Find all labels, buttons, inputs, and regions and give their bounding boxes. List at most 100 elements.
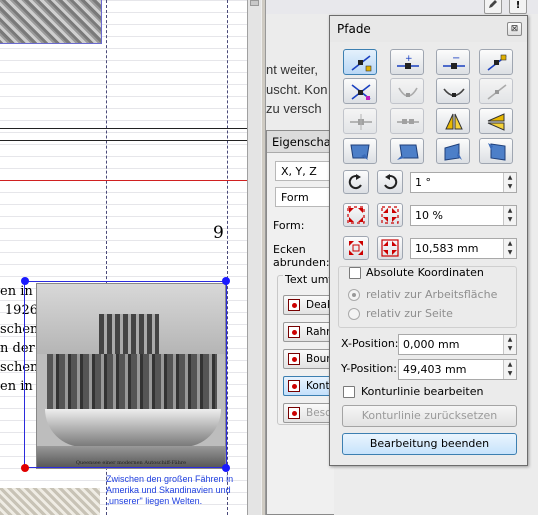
textflow-disabled-button[interactable]: Deaktiviert [283,295,334,315]
properties-panel-title[interactable]: Eigenschaften [267,131,334,153]
svg-text:+: + [405,54,413,64]
rotation-angle-value: 1 ° [415,176,431,189]
relative-page-radio[interactable] [348,308,360,320]
enlarge-percent-button[interactable] [343,203,369,227]
textflow-frame-button[interactable]: Rahmenhöhe [283,322,334,342]
shape-label: Form: [273,219,305,232]
spin-down-icon[interactable]: ▼ [504,248,516,257]
rotate-clockwise-button[interactable] [377,170,403,194]
spinner-arrows[interactable]: ▲ ▼ [503,173,516,192]
image-frame-selection[interactable] [24,281,227,468]
reset-control-points-tool[interactable] [343,78,377,104]
top-toolbar: ! [266,0,538,14]
y-position-label: Y-Position: [341,362,397,375]
open-path-tool[interactable] [479,78,513,104]
textflow-legend: Text umfließt [283,273,334,286]
spin-up-icon[interactable]: ▲ [504,335,516,344]
scale-percent-input[interactable]: 10 % ▲ ▼ [410,205,517,226]
top-photo[interactable] [0,0,102,44]
add-node-tool[interactable]: + [390,49,424,75]
relative-page-label: relativ zur Seite [366,307,453,320]
spin-up-icon[interactable]: ▲ [504,173,516,182]
baseline-rule [0,128,247,129]
mirror-horizontal-tool[interactable] [436,108,470,134]
tab-shape[interactable]: Form [275,187,334,207]
paths-panel-title[interactable]: Pfade [330,16,527,42]
enlarge-size-button[interactable] [343,236,369,260]
symmetric-node-tool[interactable] [390,78,424,104]
mirror-vertical-tool[interactable] [479,108,513,134]
frame-handle[interactable] [222,277,230,285]
move-control-points-tool[interactable] [479,49,513,75]
close-path-tool[interactable] [390,108,424,134]
absolute-coordinates-label: Absolute Koordinaten [366,266,484,279]
textflow-contour-icon [288,380,300,392]
relative-workspace-label: relativ zur Arbeitsfläche [366,288,498,301]
margin-guide [227,0,228,515]
edit-contour-label: Konturlinie bearbeiten [361,385,484,398]
corners-label: Ecken abrunden: [273,243,330,269]
delete-node-tool[interactable]: − [436,49,470,75]
info-icon[interactable]: ! [509,0,527,14]
properties-panel: Eigenschaften X, Y, Z Form Form: Ecken a… [266,130,334,515]
reset-contour-button[interactable]: Konturlinie zurücksetzen [342,405,517,427]
spinner-arrows[interactable]: ▲ ▼ [503,206,516,225]
asymmetric-node-tool[interactable] [436,78,470,104]
shear-right-tool[interactable] [390,138,424,164]
relative-workspace-radio[interactable] [348,289,360,301]
spinner-arrows[interactable]: ▲ ▼ [503,335,516,354]
spin-down-icon[interactable]: ▼ [504,182,516,191]
scale-percent-value: 10 % [415,209,443,222]
x-position-input[interactable]: 0,000 mm ▲ ▼ [398,334,517,355]
paths-panel: Pfade ⊠ + − 1 ° ▲ ▼ 10 % ▲ ▼ 10,583 mm ▲… [329,15,528,466]
frame-handle[interactable] [222,464,230,472]
spin-down-icon[interactable]: ▼ [504,369,516,378]
split-path-tool[interactable] [343,108,377,134]
close-icon[interactable]: ⊠ [507,22,522,36]
textflow-boundingbox-button[interactable]: Boundingbox [283,349,334,369]
shear-down-tool[interactable] [479,138,513,164]
spinner-arrows[interactable]: ▲ ▼ [503,360,516,379]
y-position-value: 49,403 mm [403,363,467,376]
shrink-size-button[interactable] [377,236,403,260]
frame-handle-first-node[interactable] [21,464,29,472]
scale-size-input[interactable]: 10,583 mm ▲ ▼ [410,238,517,259]
rotate-counterclockwise-button[interactable] [343,170,369,194]
y-position-input[interactable]: 49,403 mm ▲ ▼ [398,359,517,380]
pencil-icon[interactable] [484,0,502,14]
image-caption[interactable]: Zwischen den großen Fähren in Amerika un… [106,474,246,507]
x-position-value: 0,000 mm [403,338,460,351]
bottom-photo[interactable] [0,488,100,515]
frame-handle[interactable] [21,277,29,285]
edit-contour-checkbox[interactable] [343,386,355,398]
vertical-scrollbar[interactable] [247,0,261,515]
document-canvas[interactable]: 9 en in 1926 schen n der schen en in Que… [0,0,247,515]
shrink-percent-button[interactable] [377,203,403,227]
absolute-coordinates-checkbox[interactable] [349,267,361,279]
move-nodes-tool[interactable] [343,49,377,75]
tab-xyz[interactable]: X, Y, Z [275,161,334,181]
rotation-angle-input[interactable]: 1 ° ▲ ▼ [410,172,517,193]
textflow-frame-icon [288,326,300,338]
margin-line [0,180,247,181]
baseline-rule [0,140,247,141]
paths-panel-title-text: Pfade [337,22,371,36]
textflow-clippath-button[interactable]: Beschnittpfad [283,403,334,423]
textflow-clippath-icon [288,407,300,419]
shear-left-tool[interactable] [343,138,377,164]
spin-down-icon[interactable]: ▼ [504,215,516,224]
page-number: 9 [213,223,224,243]
svg-text:−: − [452,53,460,64]
scrollbar-thumb[interactable] [250,0,259,6]
spinner-arrows[interactable]: ▲ ▼ [503,239,516,258]
spin-up-icon[interactable]: ▲ [504,206,516,215]
spin-up-icon[interactable]: ▲ [504,239,516,248]
spin-up-icon[interactable]: ▲ [504,360,516,369]
scale-size-value: 10,583 mm [415,242,479,255]
x-position-label: X-Position: [341,337,399,350]
textflow-disabled-icon [288,299,300,311]
shear-up-tool[interactable] [436,138,470,164]
textflow-contour-button[interactable]: Konturlinie [283,376,334,396]
spin-down-icon[interactable]: ▼ [504,344,516,353]
finish-edit-button[interactable]: Bearbeitung beenden [342,433,517,455]
